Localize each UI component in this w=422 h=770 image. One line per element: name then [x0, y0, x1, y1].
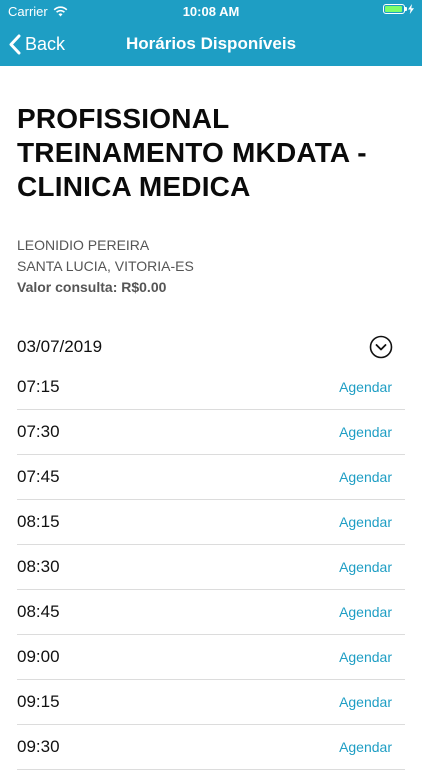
battery-indicator — [383, 4, 414, 14]
schedule-button[interactable]: Agendar — [339, 514, 392, 530]
professional-location: SANTA LUCIA, VITORIA-ES — [17, 258, 194, 274]
time-slot-time: 09:30 — [17, 737, 60, 756]
professional-title: PROFISSIONAL TREINAMENTO MKDATA - CLINIC… — [17, 103, 367, 202]
time-slot-row: 08:30 Agendar — [17, 545, 405, 590]
time-slot-time: 09:15 — [17, 692, 60, 711]
chevron-down-circle-icon[interactable] — [369, 335, 393, 359]
time-slot-list: 07:15 Agendar 07:30 Agendar 07:45 Agendar 08:1… — [17, 365, 405, 770]
schedule-button[interactable]: Agendar — [339, 649, 392, 665]
selected-date: 03/07/2019 — [17, 337, 103, 356]
time-slot-row: 08:45 Agendar — [17, 590, 405, 635]
time-slot-row: 09:30 Agendar — [17, 725, 405, 770]
schedule-button[interactable]: Agendar — [339, 379, 392, 395]
schedule-button[interactable]: Agendar — [339, 469, 392, 485]
professional-info: LEONIDIO PEREIRA SANTA LUCIA, VITORIA-ES… — [17, 235, 405, 298]
time-slot-time: 09:00 — [17, 647, 60, 666]
time-slot-time: 08:15 — [17, 512, 60, 531]
time-slot-row: 09:00 Agendar — [17, 635, 405, 680]
schedule-button[interactable]: Agendar — [339, 604, 392, 620]
battery-icon — [383, 4, 407, 14]
time-slot-row: 07:30 Agendar — [17, 410, 405, 455]
professional-name: LEONIDIO PEREIRA — [17, 237, 150, 253]
time-slot-row: 08:15 Agendar — [17, 500, 405, 545]
time-slot-time: 08:45 — [17, 602, 60, 621]
date-selector[interactable]: 03/07/2019 — [17, 329, 405, 365]
page-title: Horários Disponíveis — [125, 34, 297, 53]
time-slot-row: 07:45 Agendar — [17, 455, 405, 500]
schedule-button[interactable]: Agendar — [339, 694, 392, 710]
time-slot-time: 07:15 — [17, 377, 60, 396]
schedule-button[interactable]: Agendar — [339, 424, 392, 440]
charging-bolt-icon — [408, 4, 414, 14]
navigation-bar: Back Horários Disponíveis — [0, 22, 422, 66]
schedule-button[interactable]: Agendar — [339, 739, 392, 755]
time-slot-time: 07:45 — [17, 467, 60, 486]
consultation-price: Valor consulta: R$0.00 — [17, 279, 167, 295]
time-slot-time: 08:30 — [17, 557, 60, 576]
time-slot-row: 07:15 Agendar — [17, 365, 405, 410]
main-content: PROFISSIONAL TREINAMENTO MKDATA - CLINIC… — [17, 66, 405, 770]
status-time: 10:08 AM — [182, 4, 240, 19]
time-slot-row: 09:15 Agendar — [17, 680, 405, 725]
schedule-button[interactable]: Agendar — [339, 559, 392, 575]
time-slot-time: 07:30 — [17, 422, 60, 441]
status-bar: Carrier 10:08 AM — [0, 0, 422, 22]
